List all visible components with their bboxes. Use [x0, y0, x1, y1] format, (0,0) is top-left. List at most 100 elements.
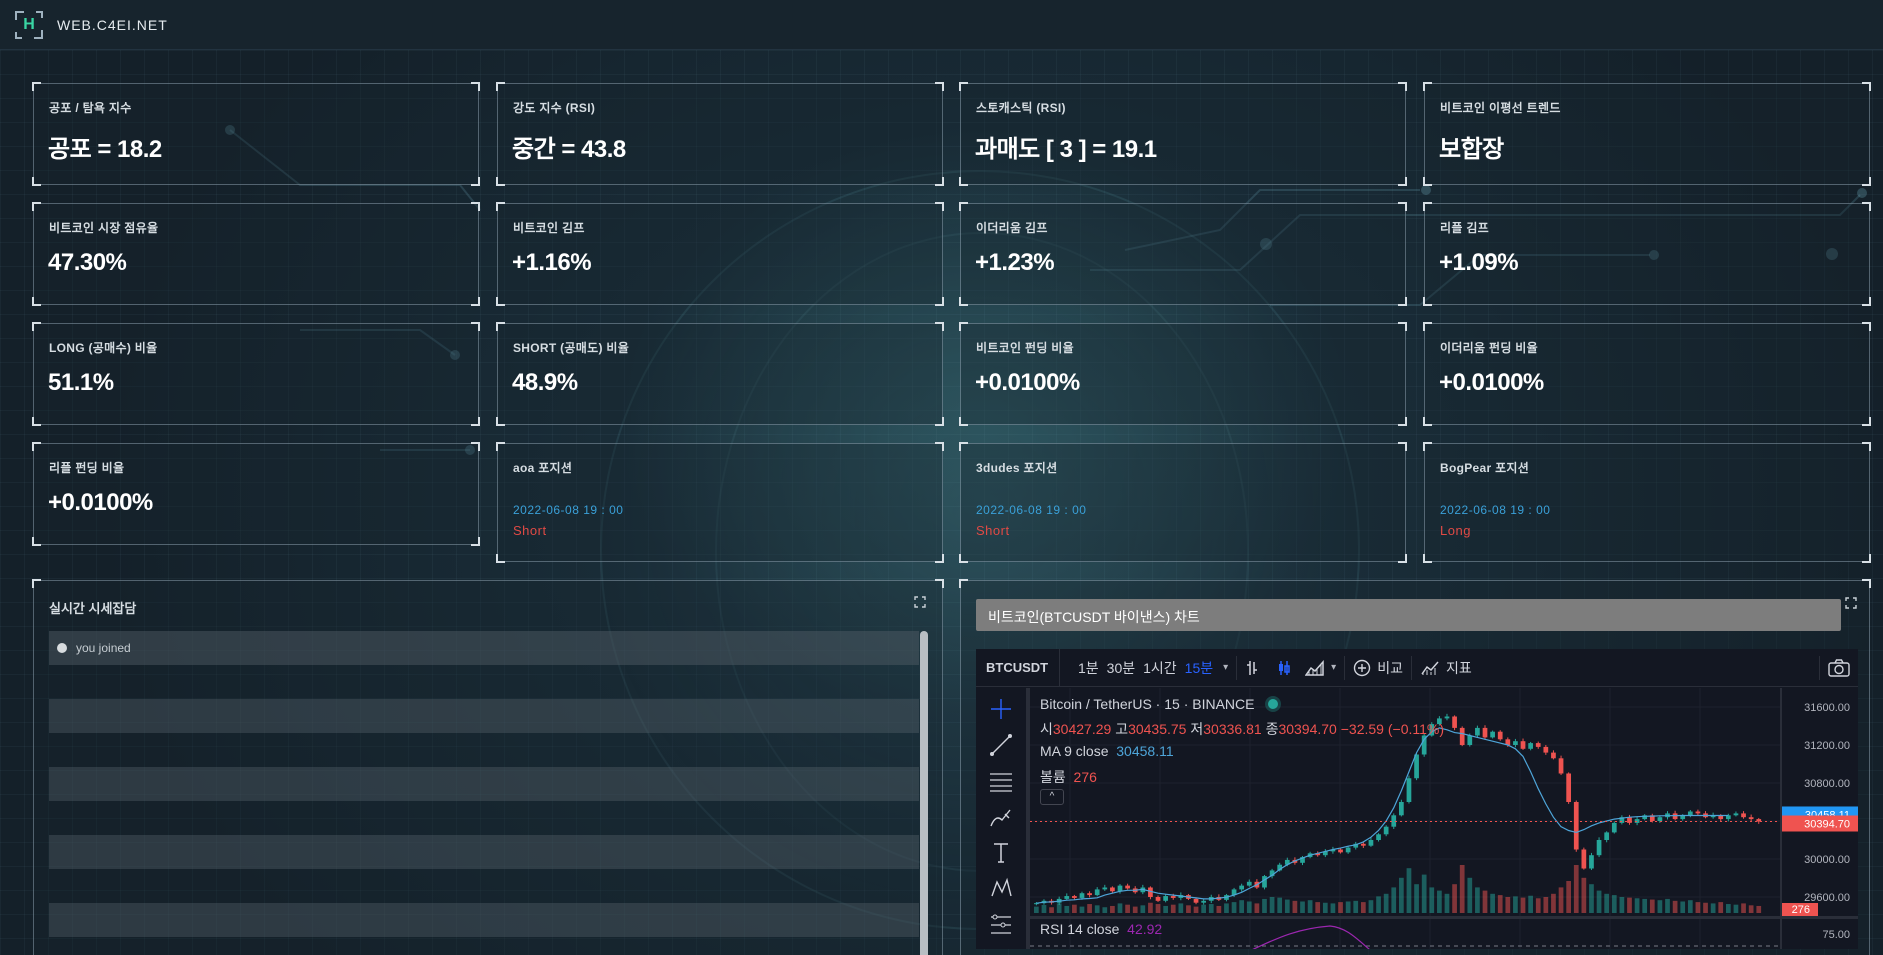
- measure-icon[interactable]: [988, 912, 1014, 938]
- interval-15m[interactable]: 15분: [1181, 658, 1217, 678]
- volume-bar: [1680, 901, 1686, 913]
- tv-volume-legend[interactable]: 볼륨 276: [1040, 767, 1097, 787]
- candle-body: [1376, 834, 1381, 840]
- add-compare-icon[interactable]: [1353, 659, 1371, 677]
- interval-1h[interactable]: 1시간: [1139, 658, 1181, 678]
- site-logo[interactable]: H: [15, 10, 43, 39]
- interval-30m[interactable]: 30분: [1103, 658, 1139, 678]
- volume-bar: [1087, 904, 1092, 913]
- tv-rsi-legend[interactable]: RSI 14 close 42.92: [1040, 921, 1162, 937]
- chat-title: 실시간 시세잡담: [49, 601, 137, 616]
- candle-body: [1687, 811, 1693, 816]
- chat-panel: 실시간 시세잡담 you joined: [32, 579, 944, 955]
- position-card: aoa 포지션 2022-06-08 19 : 00 Short: [496, 442, 944, 563]
- chat-row-empty: [49, 699, 919, 733]
- volume-bar: [1475, 887, 1480, 913]
- volume-bar: [1277, 897, 1283, 913]
- interval-dropdown-icon[interactable]: ▾: [1223, 662, 1228, 673]
- candle-body: [1482, 727, 1488, 738]
- candle-body: [1551, 752, 1556, 759]
- stat-card-value: +1.09%: [1439, 249, 1519, 276]
- camera-icon[interactable]: [1828, 658, 1850, 677]
- candle-body: [1520, 741, 1526, 749]
- candle-body: [1087, 893, 1092, 896]
- stat-card: 스토캐스틱 (RSI) 과매도 [ 3 ] = 19.1: [959, 82, 1407, 186]
- brush-icon[interactable]: [988, 804, 1014, 830]
- stat-card-value: +1.23%: [975, 249, 1055, 276]
- candle-body: [1072, 896, 1077, 898]
- bar-chart-icon[interactable]: [1245, 659, 1263, 677]
- volume-bar: [1178, 903, 1184, 913]
- position-card-label: BogPear 포지션: [1440, 461, 1530, 475]
- pattern-icon[interactable]: [988, 876, 1014, 902]
- volume-bar: [1307, 900, 1313, 913]
- volume-bar: [1513, 896, 1518, 913]
- indicators-button[interactable]: 지표: [1446, 658, 1472, 678]
- position-card: 3dudes 포지션 2022-06-08 19 : 00 Short: [959, 442, 1407, 563]
- price-axis-label: 29600.00: [1804, 892, 1850, 904]
- candle-body: [1604, 832, 1610, 840]
- expand-icon[interactable]: [914, 596, 926, 608]
- crosshair-icon[interactable]: [988, 696, 1014, 722]
- candle-body: [1513, 741, 1518, 745]
- volume-bar: [1262, 898, 1267, 913]
- tradingview-widget[interactable]: BTCUSDT 1분 30분 1시간 15분 ▾ ▾ 비교 지표 31600.0…: [976, 649, 1858, 949]
- volume-bar: [1360, 902, 1366, 913]
- interval-1m[interactable]: 1분: [1074, 658, 1103, 678]
- stat-card: 이더리움 펀딩 비율 +0.0100%: [1423, 322, 1871, 426]
- area-chart-icon[interactable]: [1305, 659, 1325, 677]
- candle-chart-icon[interactable]: [1275, 659, 1293, 677]
- candle-body: [1383, 826, 1389, 835]
- text-tool-icon[interactable]: [988, 840, 1014, 866]
- candle-body: [1497, 731, 1503, 740]
- compare-button[interactable]: 비교: [1377, 658, 1403, 678]
- volume-bar: [1338, 902, 1343, 913]
- stat-card-label: SHORT (공매도) 비율: [513, 341, 630, 355]
- volume-bar: [1216, 905, 1222, 913]
- volume-bar: [1634, 898, 1640, 913]
- chart-panel-title: 비트코인(BTCUSDT 바이낸스) 차트: [976, 599, 1841, 631]
- position-side: Short: [976, 523, 1010, 538]
- site-name[interactable]: WEB.C4EI.NET: [57, 17, 168, 33]
- expand-icon[interactable]: [1845, 597, 1857, 609]
- chat-row-empty: [49, 835, 919, 869]
- volume-bar: [1254, 903, 1260, 913]
- volume-bar: [1710, 903, 1716, 913]
- volume-bar: [1208, 904, 1214, 913]
- volume-bar: [1604, 893, 1610, 913]
- stat-card-label: 리플 펀딩 비율: [49, 461, 125, 475]
- volume-bar: [1535, 898, 1541, 913]
- stat-card: 리플 펀딩 비율 +0.0100%: [32, 442, 480, 546]
- tv-price-pane[interactable]: 31600.0031200.0030800.0030400.0030000.00…: [1030, 688, 1858, 949]
- stat-card: 비트코인 이평선 트렌드 보합장: [1423, 82, 1871, 186]
- price-axis-label: 31200.00: [1804, 740, 1850, 752]
- candle-body: [1528, 743, 1533, 749]
- candle-body: [1657, 817, 1663, 821]
- stat-card-value: 48.9%: [512, 369, 578, 396]
- candle-body: [1246, 881, 1252, 886]
- chat-message: you joined: [49, 631, 919, 665]
- stat-card-label: 스토캐스틱 (RSI): [976, 101, 1066, 115]
- stat-card-value: 47.30%: [48, 249, 127, 276]
- volume-bar: [1627, 897, 1632, 913]
- trendline-icon[interactable]: [988, 732, 1014, 758]
- chat-scrollbar[interactable]: [920, 631, 928, 955]
- candle-body: [1459, 727, 1465, 745]
- candle-body: [1406, 778, 1412, 802]
- fib-lines-icon[interactable]: [988, 768, 1014, 794]
- stat-card-label: 비트코인 김프: [513, 221, 585, 235]
- chart-type-dropdown-icon[interactable]: ▾: [1331, 662, 1336, 673]
- volume-bar: [1330, 903, 1336, 913]
- volume-bar: [1353, 900, 1359, 913]
- stat-card-label: 강도 지수 (RSI): [513, 101, 596, 115]
- tv-symbol[interactable]: BTCUSDT: [976, 649, 1060, 687]
- candle-body: [1467, 735, 1473, 745]
- user-dot-icon: [57, 643, 67, 653]
- volume-bar: [1459, 865, 1465, 913]
- tv-ma-legend[interactable]: MA 9 close 30458.11: [1040, 743, 1174, 759]
- chat-message-list: you joined: [49, 631, 919, 955]
- indicators-icon[interactable]: [1420, 659, 1440, 677]
- chat-row-empty: [49, 767, 919, 801]
- volume-bar: [1429, 887, 1435, 913]
- collapse-legend-button[interactable]: ^: [1040, 789, 1064, 805]
